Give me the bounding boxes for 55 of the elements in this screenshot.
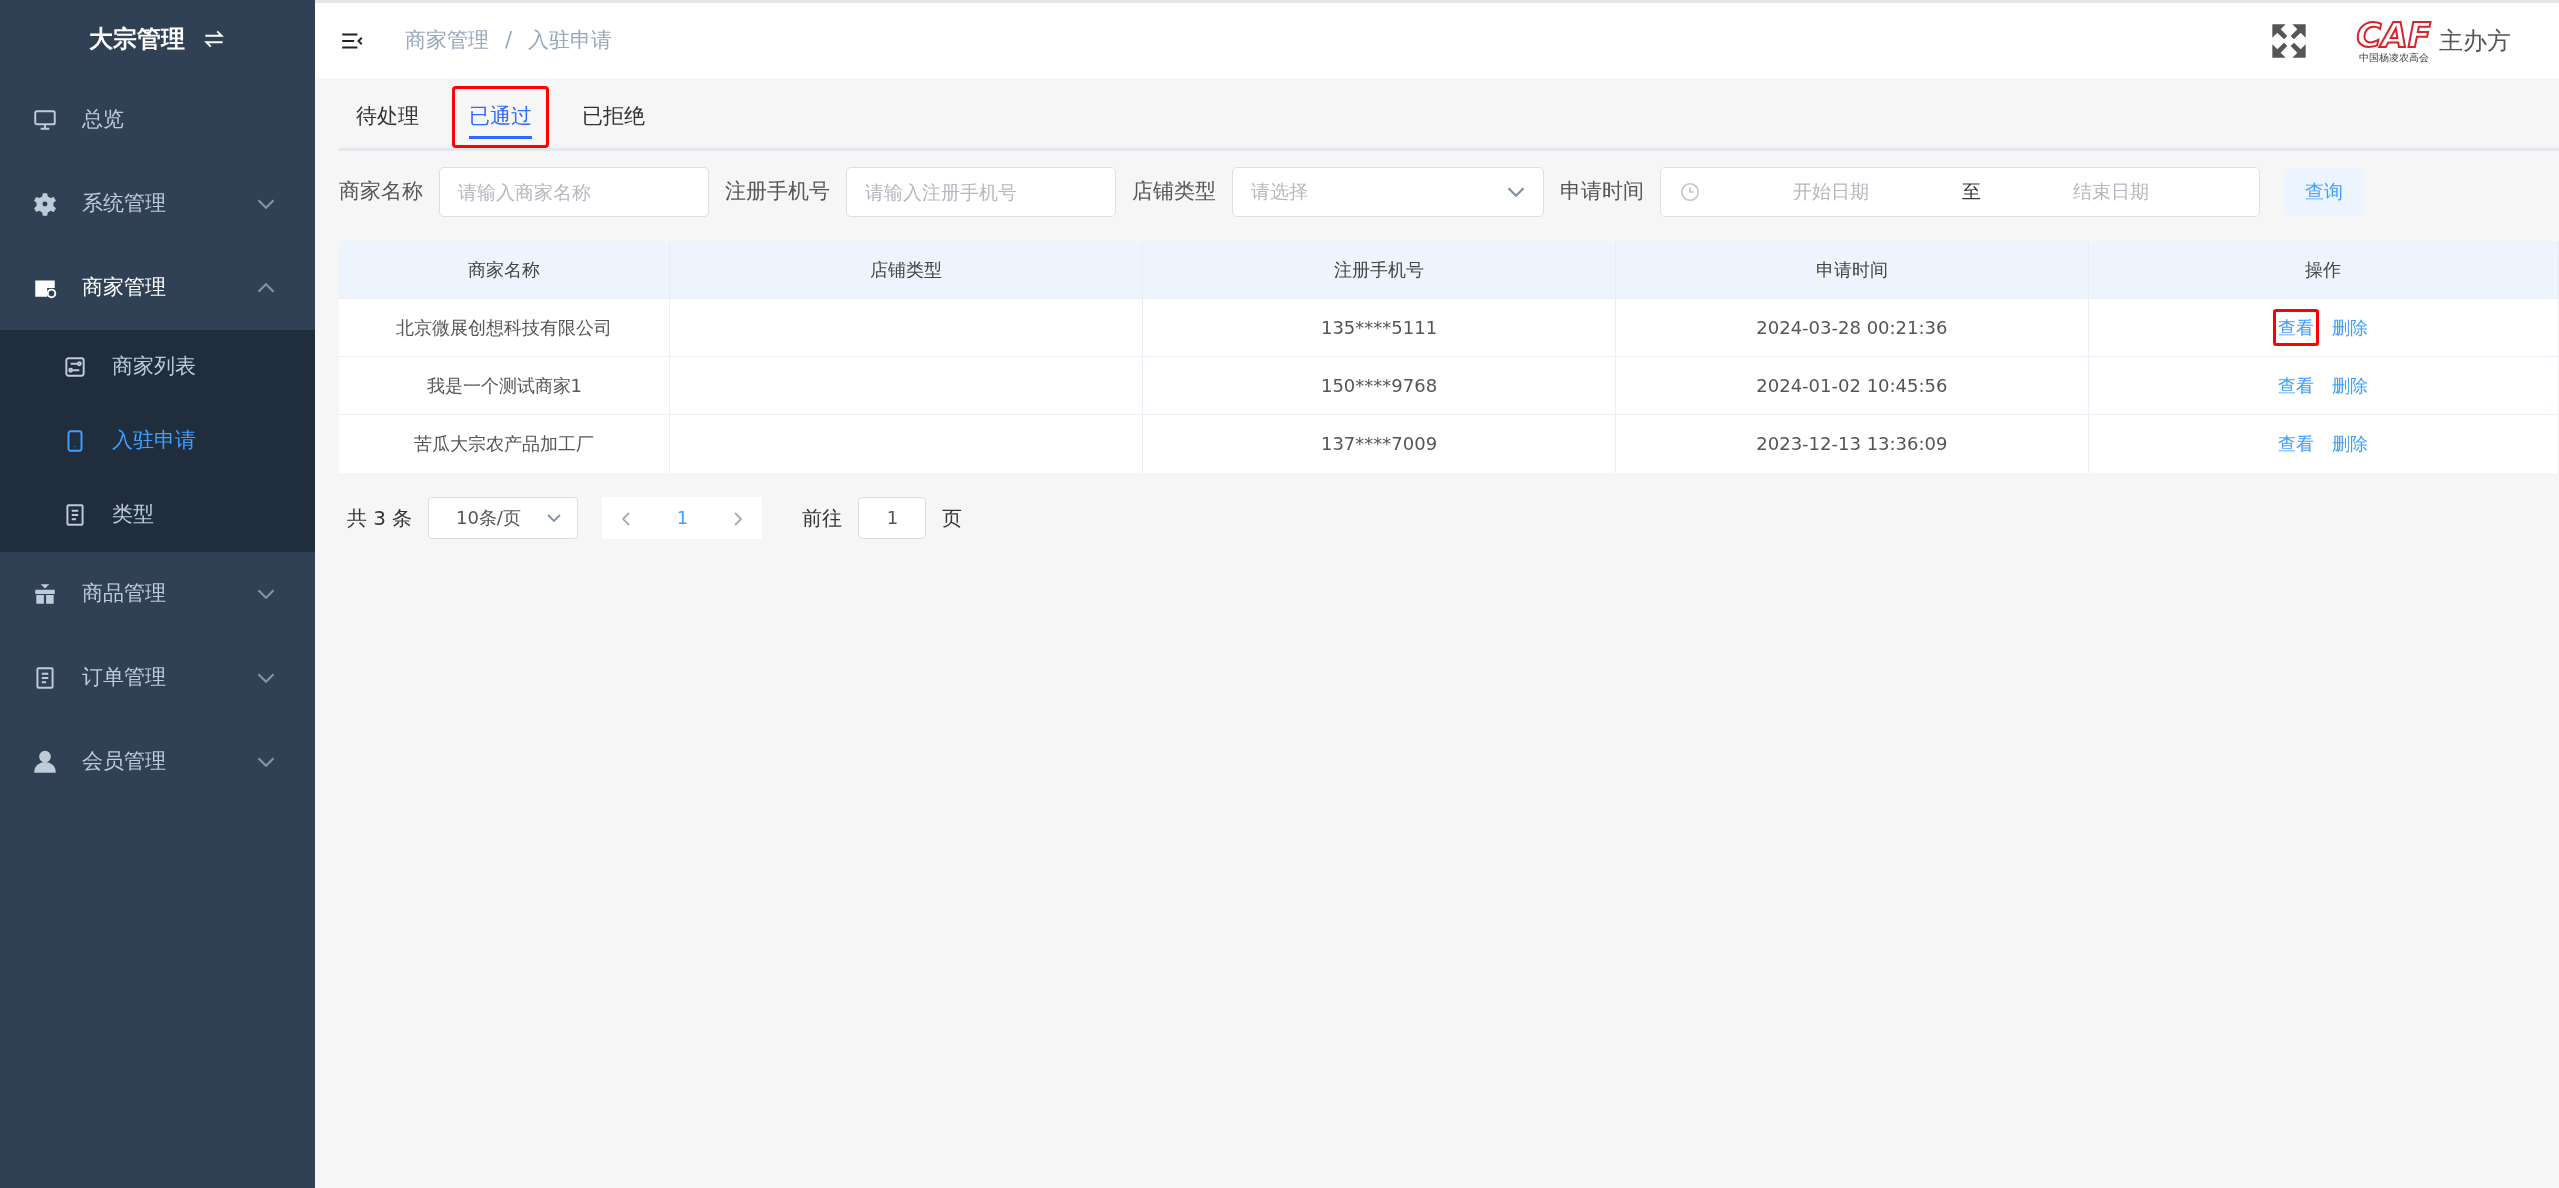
table-cell: 北京微展创想科技有限公司 xyxy=(339,298,670,357)
submenu-item[interactable]: 入驻申请 xyxy=(112,425,196,457)
submenu-item[interactable]: 商家列表 xyxy=(112,351,196,383)
column-header: 商家名称 xyxy=(339,240,670,299)
breadcrumb-separator: / xyxy=(505,26,513,54)
page-size-select[interactable]: 10条/页 xyxy=(428,496,579,539)
filter-label: 店铺类型 xyxy=(1132,177,1216,205)
table-cell: 2023-12-13 13:36:09 xyxy=(1615,414,2089,473)
column-header: 申请时间 xyxy=(1615,240,2089,299)
goto-label: 前往 xyxy=(802,504,843,532)
table-cell: 137****7009 xyxy=(1142,414,1616,473)
date-range-field[interactable]: 开始日期 至 结束日期 xyxy=(1660,166,2260,217)
page-input[interactable]: 1 xyxy=(858,496,927,539)
filter-label: 注册手机号 xyxy=(725,177,830,205)
logo-caption: 中国杨凌农高会 xyxy=(2358,51,2429,64)
input-field[interactable]: 请输入注册手机号 xyxy=(846,166,1116,217)
table-cell: 2024-01-02 10:45:56 xyxy=(1615,356,2089,415)
tab[interactable]: 已通过 xyxy=(452,86,549,148)
column-header: 操作 xyxy=(2088,240,2559,299)
menu-item[interactable]: 总览 xyxy=(82,104,275,136)
tab[interactable]: 已拒绝 xyxy=(565,86,662,148)
user-icon xyxy=(32,749,58,775)
column-header: 注册手机号 xyxy=(1142,240,1616,299)
menu-item[interactable]: 商家管理 xyxy=(82,272,233,304)
column-header: 店铺类型 xyxy=(669,240,1143,299)
table-cell: 150****9768 xyxy=(1142,356,1616,415)
filter-label: 商家名称 xyxy=(339,177,423,205)
goto-suffix: 页 xyxy=(942,504,963,532)
logo-text: CAF xyxy=(2356,17,2431,52)
prev-page-button[interactable] xyxy=(602,496,651,539)
monitor-icon xyxy=(32,107,58,133)
next-page-button[interactable] xyxy=(714,496,763,539)
chevron-down-icon xyxy=(1507,186,1525,197)
sidebar-title: 大宗管理 xyxy=(88,24,185,55)
chevron-left-icon xyxy=(622,512,631,526)
filter-label: 申请时间 xyxy=(1560,177,1644,205)
table-cell: 2024-03-28 00:21:36 xyxy=(1615,298,2089,357)
chevron-down-icon xyxy=(547,513,562,522)
breadcrumb-current: 入驻申请 xyxy=(528,26,613,54)
input-field[interactable]: 请输入商家名称 xyxy=(439,166,709,217)
table-cell: 135****5111 xyxy=(1142,298,1616,357)
chevron-right-icon xyxy=(734,512,743,526)
menu-item[interactable]: 商品管理 xyxy=(82,578,233,610)
gear-icon xyxy=(32,191,58,217)
menu-item[interactable]: 系统管理 xyxy=(82,188,233,220)
menu-item[interactable]: 会员管理 xyxy=(82,746,233,778)
list-icon xyxy=(62,354,88,380)
submenu-item[interactable]: 类型 xyxy=(112,499,154,531)
tab[interactable]: 待处理 xyxy=(339,86,436,148)
total-count: 共 3 条 xyxy=(347,504,413,532)
table-cell: 苦瓜大宗农产品加工厂 xyxy=(339,414,670,473)
gift-icon xyxy=(32,581,58,607)
table-cell: 我是一个测试商家1 xyxy=(339,356,670,415)
organizer-label: 主办方 xyxy=(2439,25,2511,57)
menu-item[interactable]: 订单管理 xyxy=(82,662,233,694)
